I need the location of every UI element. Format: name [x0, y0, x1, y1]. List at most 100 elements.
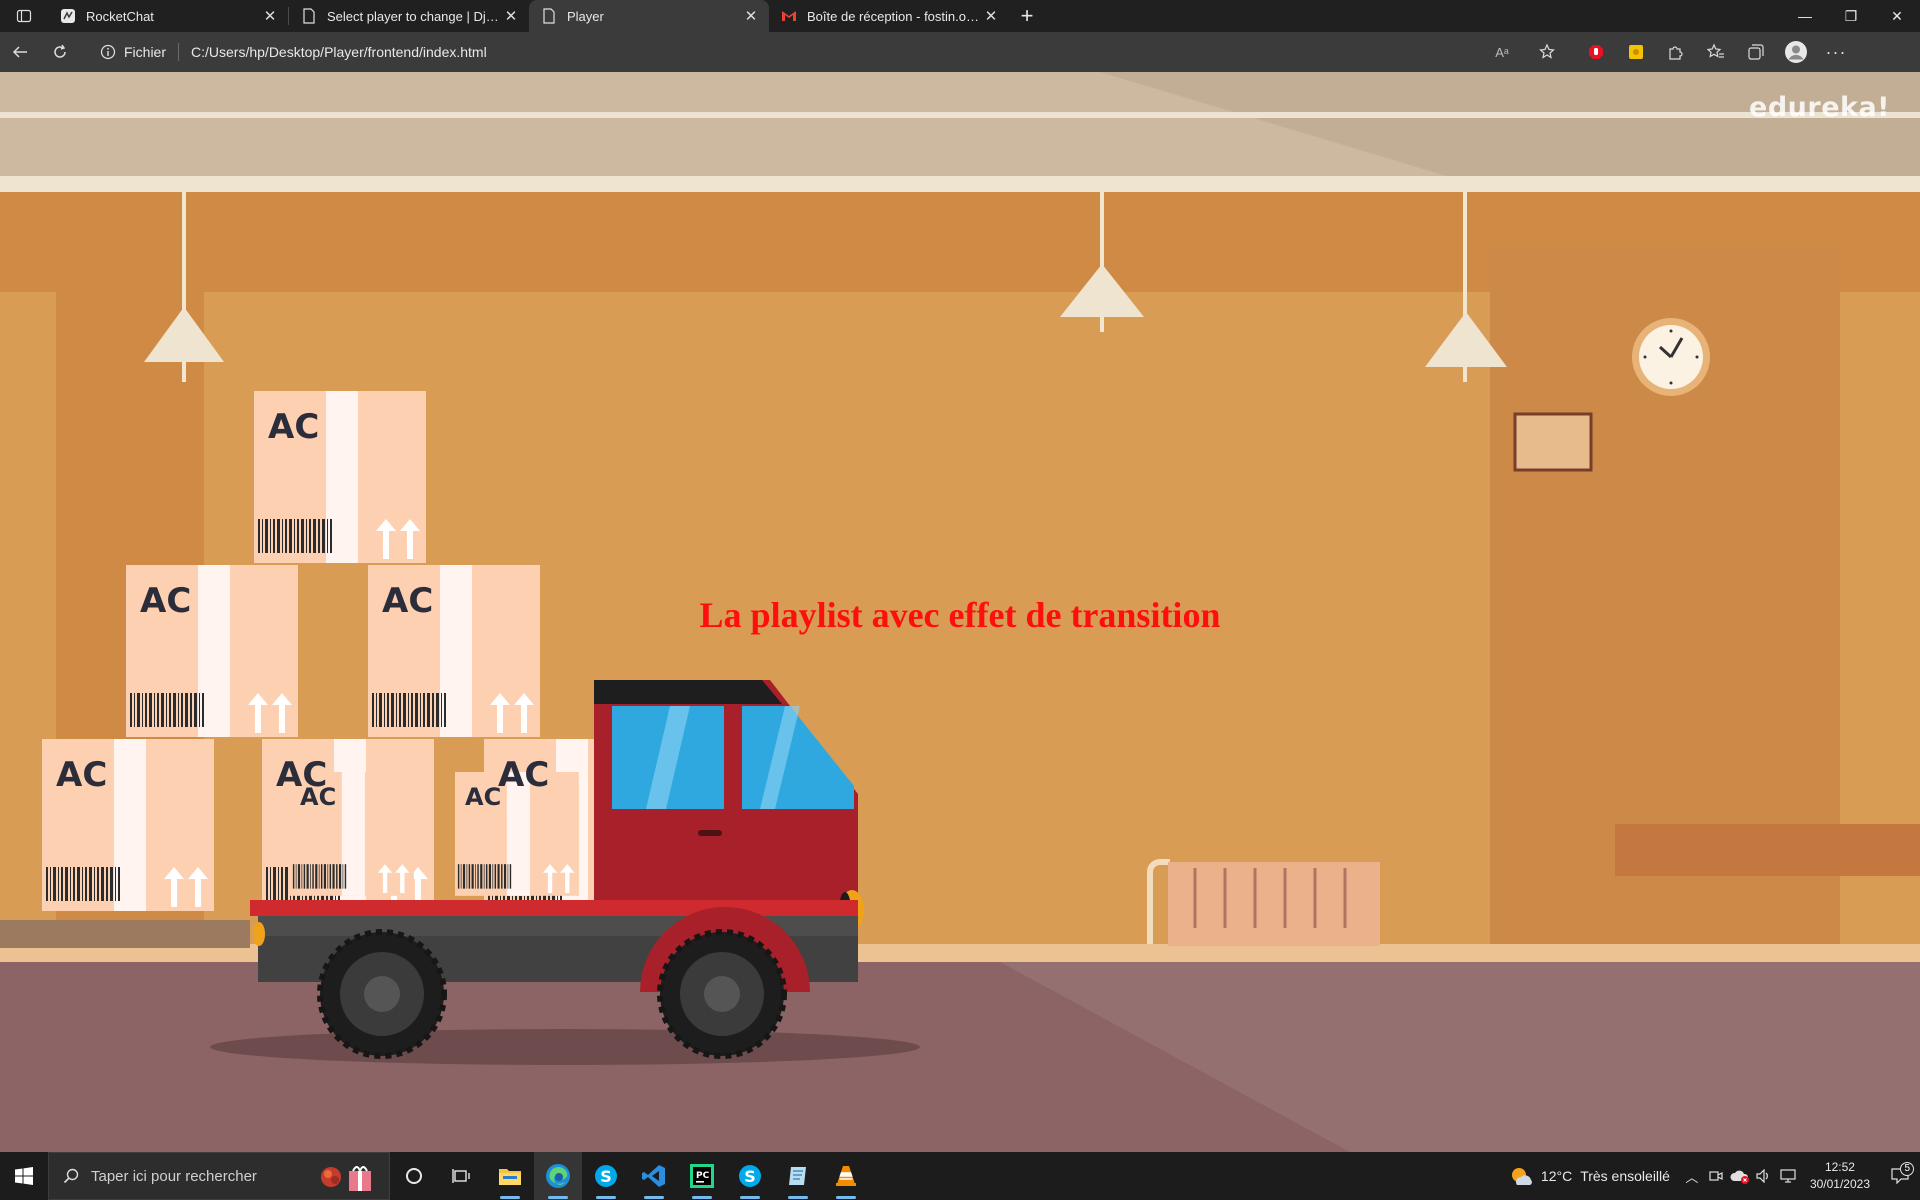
- vscode-button[interactable]: [630, 1152, 678, 1200]
- star-plus-icon: [1539, 43, 1555, 59]
- windows-logo-icon: [15, 1167, 33, 1185]
- meet-now-button[interactable]: [1704, 1169, 1728, 1183]
- url-text[interactable]: C:/Users/hp/Desktop/Player/frontend/inde…: [179, 44, 487, 60]
- tab-title: Boîte de réception - fostin.opens: [807, 8, 983, 24]
- gmail-icon: [781, 8, 797, 24]
- tab-title: Player: [567, 8, 604, 24]
- network-icon: [1780, 1169, 1796, 1183]
- refresh-icon: [54, 44, 66, 58]
- favorites-icon: [1707, 43, 1724, 58]
- extensions-button[interactable]: [1656, 36, 1696, 68]
- search-highlight-gift-icon: [321, 1166, 371, 1191]
- box-label: AC: [300, 783, 336, 811]
- taskbar-search-box[interactable]: Taper ici pour rechercher: [48, 1152, 390, 1200]
- address-bar[interactable]: Fichier C:/Users/hp/Desktop/Player/front…: [86, 36, 1576, 68]
- close-tab-icon[interactable]: ✕: [983, 8, 999, 25]
- box-label: AC: [498, 755, 549, 795]
- vscode-icon: [642, 1165, 665, 1187]
- tab-title: Select player to change | Django: [327, 8, 503, 24]
- start-button[interactable]: [0, 1152, 48, 1200]
- notepad-icon: [789, 1167, 806, 1185]
- more-icon: ···: [1825, 41, 1847, 62]
- tab-actions-icon: [16, 9, 32, 23]
- add-favorite-button[interactable]: [1528, 36, 1568, 68]
- read-aloud-button[interactable]: Aᵃ: [1482, 36, 1522, 68]
- restore-button[interactable]: ❐: [1828, 0, 1874, 32]
- volume-button[interactable]: [1752, 1169, 1776, 1183]
- clock-time: 12:52: [1824, 1160, 1855, 1174]
- notification-center-button[interactable]: 5: [1880, 1162, 1920, 1184]
- file-explorer-icon: [499, 1169, 521, 1185]
- extension-yellow-button[interactable]: [1616, 36, 1656, 68]
- puzzle-icon: [1669, 46, 1683, 60]
- site-info-label: Fichier: [124, 44, 167, 60]
- skype-button[interactable]: S: [582, 1152, 630, 1200]
- site-info-button[interactable]: Fichier: [100, 43, 180, 61]
- page-icon: [541, 8, 557, 24]
- browser-toolbar: Fichier C:/Users/hp/Desktop/Player/front…: [0, 32, 1920, 72]
- box-label: AC: [465, 783, 501, 811]
- tab-gmail[interactable]: Boîte de réception - fostin.opens ✕: [769, 0, 1009, 32]
- svg-text:PC: PC: [696, 1171, 710, 1181]
- plus-icon: +: [1020, 3, 1034, 28]
- close-tab-icon[interactable]: ✕: [262, 8, 278, 25]
- cloud-error-icon: [1730, 1170, 1749, 1184]
- new-tab-button[interactable]: +: [1009, 0, 1045, 32]
- show-hidden-icons-button[interactable]: ︿: [1680, 1167, 1704, 1186]
- rocketchat-icon: [60, 8, 76, 24]
- weather-widget[interactable]: 12°C Très ensoleillé: [1499, 1165, 1680, 1187]
- cortana-button[interactable]: [390, 1152, 438, 1200]
- page-title: La playlist avec effet de transition: [699, 595, 1221, 635]
- close-tab-icon[interactable]: ✕: [743, 8, 759, 25]
- edge-button[interactable]: [534, 1152, 582, 1200]
- settings-more-button[interactable]: ···: [1816, 36, 1856, 68]
- back-arrow-icon: [12, 46, 27, 58]
- info-icon: [100, 44, 116, 60]
- tab-django-admin[interactable]: Select player to change | Django ✕: [289, 0, 529, 32]
- cortana-icon: [406, 1168, 422, 1184]
- favorites-button[interactable]: [1696, 36, 1736, 68]
- windows-taskbar: Taper ici pour rechercher S PC S 12°C Tr…: [0, 1152, 1920, 1200]
- pycharm-button[interactable]: PC: [678, 1152, 726, 1200]
- chevron-up-icon: ︿: [1685, 1169, 1699, 1185]
- onedrive-button[interactable]: [1728, 1168, 1752, 1184]
- vlc-button[interactable]: [822, 1152, 870, 1200]
- task-view-button[interactable]: [438, 1152, 486, 1200]
- network-button[interactable]: [1776, 1169, 1800, 1183]
- weather-condition: Très ensoleillé: [1580, 1168, 1670, 1184]
- avatar: [1785, 41, 1807, 63]
- profile-button[interactable]: [1776, 36, 1816, 68]
- collections-icon: [1748, 44, 1764, 60]
- pycharm-icon: PC: [690, 1164, 714, 1188]
- task-view-icon: [452, 1169, 470, 1183]
- minimize-button[interactable]: —: [1782, 0, 1828, 32]
- collections-button[interactable]: [1736, 36, 1776, 68]
- omnibox-actions: Aᵃ: [1482, 36, 1576, 68]
- svg-text:S: S: [744, 1167, 756, 1186]
- vlc-icon: [836, 1166, 856, 1186]
- tab-player[interactable]: Player ✕: [529, 0, 769, 32]
- camera-icon: [1709, 1171, 1723, 1181]
- page-icon: [301, 8, 317, 24]
- close-window-button[interactable]: ✕: [1874, 0, 1920, 32]
- speaker-icon: [1756, 1169, 1768, 1183]
- tab-actions-button[interactable]: [0, 0, 48, 32]
- stop-hand-icon: [1589, 45, 1603, 59]
- skype-button-2[interactable]: S: [726, 1152, 774, 1200]
- clock-date: 30/01/2023: [1809, 1177, 1870, 1191]
- window-controls: — ❐ ✕: [1782, 0, 1920, 32]
- close-tab-icon[interactable]: ✕: [503, 8, 519, 25]
- box-label: AC: [56, 755, 107, 795]
- tab-rocketchat[interactable]: RocketChat ✕: [48, 0, 288, 32]
- skype-icon: S: [739, 1165, 761, 1187]
- notepad-button[interactable]: [774, 1152, 822, 1200]
- back-button[interactable]: [0, 36, 40, 68]
- search-placeholder: Taper ici pour rechercher: [91, 1167, 257, 1185]
- refresh-button[interactable]: [40, 36, 80, 68]
- box-label: AC: [268, 407, 319, 447]
- extension-yellow-icon: [1629, 45, 1643, 59]
- file-explorer-button[interactable]: [486, 1152, 534, 1200]
- extension-adblock-button[interactable]: [1576, 36, 1616, 68]
- svg-text:S: S: [600, 1167, 612, 1186]
- clock[interactable]: 12:52 30/01/2023: [1800, 1159, 1880, 1193]
